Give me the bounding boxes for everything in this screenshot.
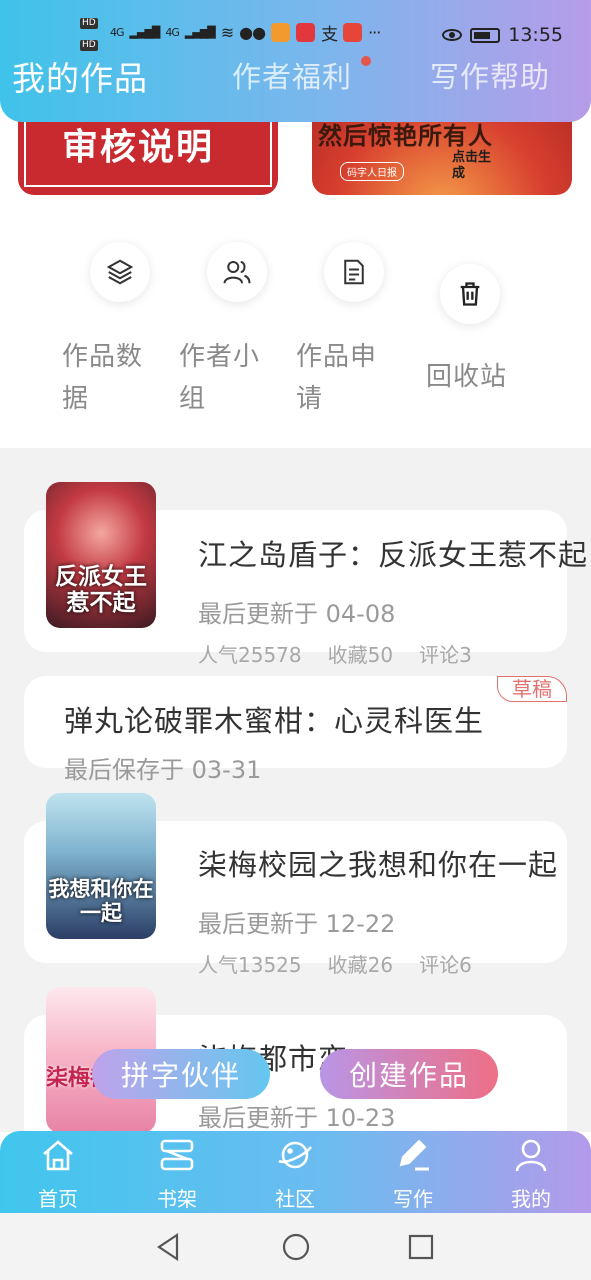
person-icon: [515, 1139, 547, 1172]
work-cover[interactable]: 我想和你在一起: [46, 793, 156, 939]
create-work-button[interactable]: 创建作品: [320, 1049, 498, 1099]
tab-my-works[interactable]: 我的作品: [12, 52, 148, 100]
app-icon: [296, 23, 316, 42]
top-header: HD HD 4G ▂▄▆█ 4G ▂▄▆█ ≋ ●● 支 ··· 13:55 我…: [0, 0, 591, 122]
favorite-count: 收藏50: [327, 643, 394, 667]
nav-label: 首页: [38, 1187, 78, 1211]
home-icon: [43, 1140, 73, 1171]
home-circle-icon[interactable]: [280, 1231, 312, 1263]
work-update-time: 最后更新于 10-23: [198, 1104, 396, 1132]
comment-count: 评论3: [419, 643, 472, 667]
review-banner-text: 审核说明: [62, 127, 215, 168]
action-label: 回收站: [426, 362, 508, 392]
signal-4g-label-2: 4G: [165, 26, 179, 39]
daily-banner-tag: 码字人日报: [340, 162, 404, 181]
hd-badge-2: HD: [80, 40, 98, 51]
status-icons-left: 4G ▂▄▆█ 4G ▂▄▆█ ≋ ●● 支 ···: [110, 20, 381, 45]
popularity-count: 人气13525: [198, 953, 302, 977]
action-recycle-bin[interactable]: 回收站: [412, 196, 532, 426]
action-label: 作品数据: [62, 342, 144, 414]
nav-mine[interactable]: 我的: [481, 1131, 581, 1213]
action-label: 作品申请: [296, 342, 378, 414]
wifi-icon: ≋: [220, 23, 234, 42]
cover-title: 我想和你在一起: [48, 876, 154, 925]
nav-label: 书架: [157, 1187, 197, 1211]
writing-partner-button[interactable]: 拼字伙伴: [92, 1049, 270, 1099]
tab-author-benefits[interactable]: 作者福利: [232, 54, 352, 96]
alipay-icon: 支: [321, 25, 338, 45]
nav-write[interactable]: 写作: [363, 1131, 463, 1213]
mail-app-icon: [343, 23, 363, 42]
popularity-count: 人气25578: [198, 643, 302, 667]
bottom-nav: 首页 书架 社区 写作 我的: [0, 1131, 591, 1213]
planet-icon: [278, 1141, 313, 1169]
more-notifications-icon: ···: [368, 23, 381, 42]
video-app-icon: [271, 23, 291, 42]
work-update-time: 最后更新于 12-22: [198, 910, 396, 938]
pen-icon: [399, 1139, 429, 1171]
action-work-data[interactable]: 作品数据: [62, 196, 182, 426]
eye-icon: [442, 29, 463, 41]
wechat-icon: ●●: [239, 23, 266, 42]
work-title: 江之岛盾子：反派女王惹不起: [198, 538, 589, 572]
nav-bookshelf[interactable]: 书架: [127, 1131, 227, 1213]
notification-dot: [361, 56, 371, 66]
signal-bars-icon-2: ▂▄▆█: [184, 26, 216, 39]
nav-label: 写作: [393, 1187, 433, 1211]
nav-label: 社区: [275, 1187, 315, 1211]
action-label: 作者小组: [179, 342, 261, 414]
document-icon: [324, 242, 384, 302]
works-list: 反派女王惹不起 江之岛盾子：反派女王惹不起 最后更新于 04-08 人气2557…: [0, 448, 591, 1132]
comment-count: 评论6: [419, 953, 472, 977]
signal-bars-icon: ▂▄▆█: [129, 26, 161, 39]
header-tabs: 我的作品 作者福利 写作帮助: [0, 54, 591, 102]
cover-title: 反派女王惹不起: [55, 563, 147, 616]
favorite-count: 收藏26: [327, 953, 394, 977]
work-stats: 人气25578 收藏50 评论3: [198, 639, 472, 668]
back-icon[interactable]: [153, 1231, 185, 1263]
hd-badge: HD: [80, 18, 98, 29]
action-work-apply[interactable]: 作品申请: [296, 196, 416, 426]
nav-label: 我的: [511, 1187, 551, 1211]
work-save-time: 最后保存于 03-31: [64, 756, 262, 784]
work-cover[interactable]: 反派女王惹不起: [46, 482, 156, 628]
system-nav-bar: [0, 1213, 591, 1280]
work-title: 弹丸论破罪木蜜柑：心灵科医生: [64, 704, 485, 738]
action-author-group[interactable]: 作者小组: [179, 196, 299, 426]
battery-icon: [470, 27, 501, 43]
recents-icon[interactable]: [405, 1231, 437, 1263]
nav-home[interactable]: 首页: [8, 1131, 108, 1213]
layers-icon: [90, 242, 150, 302]
signal-4g-label: 4G: [110, 26, 124, 39]
trash-icon: [440, 264, 500, 324]
nav-community[interactable]: 社区: [245, 1131, 345, 1213]
bookshelf-icon: [160, 1139, 194, 1171]
status-icons-right: 13:55: [442, 24, 563, 46]
group-icon: [207, 242, 267, 302]
daily-banner-cta: 点击生成: [452, 150, 492, 181]
status-bar: HD HD 4G ▂▄▆█ 4G ▂▄▆█ ≋ ●● 支 ··· 13:55: [0, 0, 591, 54]
draft-tag: 草稿: [497, 676, 567, 702]
work-title: 柒梅校园之我想和你在一起: [198, 848, 559, 882]
work-stats: 人气13525 收藏26 评论6: [198, 949, 472, 978]
clock: 13:55: [508, 24, 563, 46]
tab-writing-help[interactable]: 写作帮助: [430, 54, 550, 96]
quick-actions: 作品数据 作者小组 作品申请 回收站: [0, 196, 591, 448]
work-update-time: 最后更新于 04-08: [198, 600, 396, 628]
